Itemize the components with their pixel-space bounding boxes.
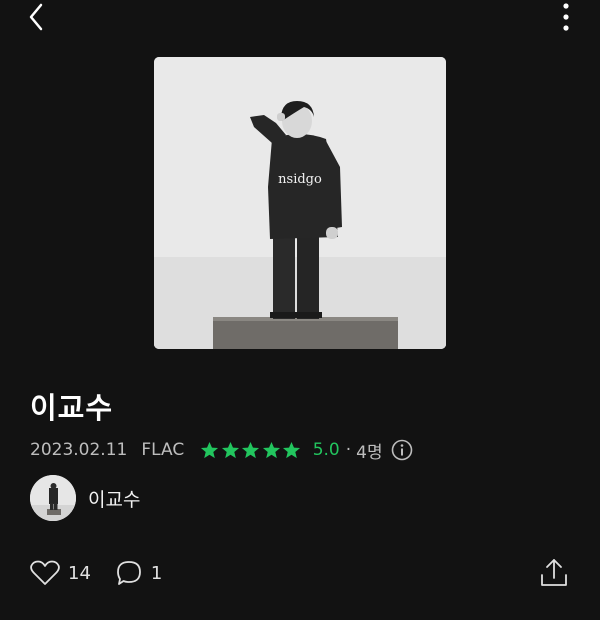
top-bar: [0, 0, 600, 40]
star-icon: [262, 441, 280, 458]
separator-dot: ·: [345, 440, 352, 460]
avatar[interactable]: [30, 475, 76, 521]
rating-score: 5.0: [312, 440, 340, 460]
album-meta-row: 2023.02.11 FLAC 5.0 · 4명: [30, 436, 413, 464]
share-button[interactable]: [538, 556, 570, 590]
vertical-dots-icon: [563, 3, 569, 31]
star-icon: [242, 441, 260, 458]
comment-button[interactable]: 1: [115, 559, 162, 587]
info-icon[interactable]: [391, 439, 413, 461]
star-icon: [283, 441, 301, 458]
like-count: 14: [68, 562, 91, 584]
more-options-button[interactable]: [552, 0, 580, 34]
album-cover[interactable]: nsidgo: [154, 57, 446, 349]
cover-print-text: nsidgo: [278, 172, 322, 187]
comment-bubble-icon: [117, 561, 141, 585]
album-title: 이교수: [30, 391, 114, 425]
chevron-left-icon: [29, 3, 43, 31]
artist-avatar-image: [30, 475, 76, 521]
share-icon: [541, 559, 567, 586]
artist-row[interactable]: 이교수: [30, 474, 140, 522]
back-button[interactable]: [20, 0, 54, 34]
audio-format: FLAC: [141, 440, 185, 460]
star-icon: [221, 441, 239, 458]
actions-row: 14 1: [30, 556, 162, 590]
comment-count: 1: [150, 562, 163, 584]
album-cover-image: nsidgo: [154, 57, 446, 349]
release-date: 2023.02.11: [30, 440, 128, 460]
heart-icon: [30, 560, 60, 585]
artist-name[interactable]: 이교수: [88, 485, 140, 512]
star-icon: [201, 441, 219, 458]
rating-stars[interactable]: [200, 441, 303, 460]
rating-count: 4명: [356, 442, 383, 463]
like-button[interactable]: 14: [30, 560, 91, 586]
